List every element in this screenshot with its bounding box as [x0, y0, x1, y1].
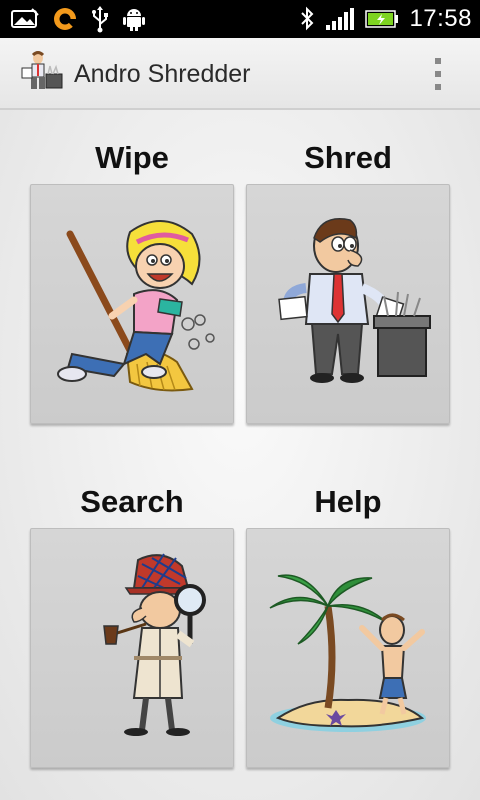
main-content: Wipe Shred Search Help [0, 110, 480, 800]
signal-icon [325, 7, 355, 31]
tile-label-shred: Shred [304, 140, 392, 175]
app-title: Andro Shredder [74, 60, 251, 88]
bluetooth-icon [299, 6, 315, 32]
tile-label-search: Search [80, 484, 184, 519]
shred-button[interactable] [246, 184, 450, 424]
wipe-button[interactable] [30, 184, 234, 424]
usb-icon [90, 5, 110, 33]
action-bar: Andro Shredder [0, 38, 480, 110]
wipe-girl-broom-illustration [57, 220, 215, 392]
notification-ring-icon [52, 6, 78, 32]
status-time: 17:58 [409, 5, 472, 32]
help-stranded-island-illustration [269, 574, 426, 732]
battery-charging-icon [365, 9, 399, 29]
tile-label-help: Help [314, 484, 382, 519]
status-right-icons: 17:58 [299, 4, 472, 34]
search-button[interactable] [30, 528, 234, 768]
app-logo-icon[interactable] [18, 50, 64, 96]
gallery-icon [10, 7, 40, 31]
tile-label-wipe: Wipe [95, 140, 169, 175]
status-left-icons [10, 4, 146, 34]
shred-man-paper-shredder-illustration [278, 218, 431, 383]
help-button[interactable] [246, 528, 450, 768]
overflow-menu-icon[interactable] [430, 58, 446, 90]
android-debug-icon [122, 6, 146, 32]
search-detective-magnifier-illustration [103, 553, 206, 736]
status-bar: 17:58 [0, 0, 480, 38]
